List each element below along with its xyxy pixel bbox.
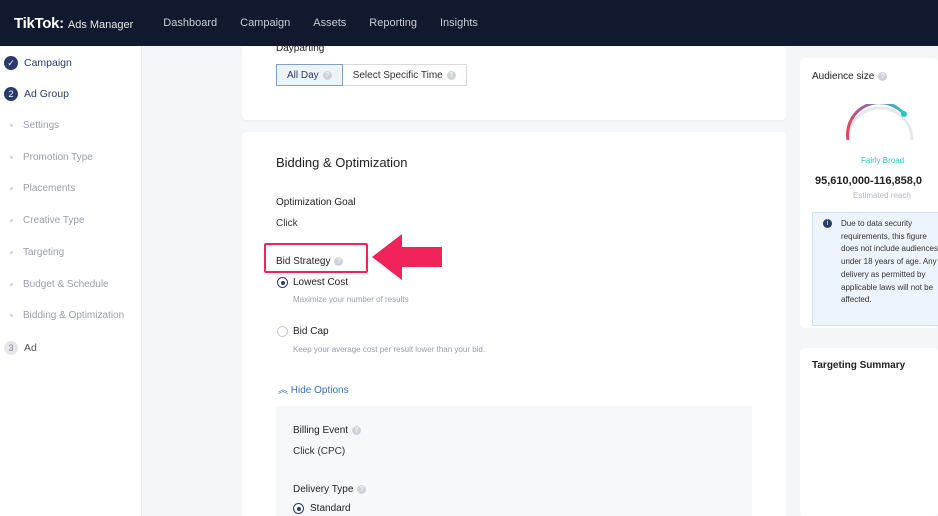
targeting-summary-title: Targeting Summary [812,360,906,371]
estimated-reach-label: Estimated reach [853,191,911,200]
audience-gauge [846,104,914,141]
top-navigation-bar: TikTok: Ads Manager Dashboard Campaign A… [0,0,938,46]
specific-time-option[interactable]: Select Specific Time? [342,64,467,86]
audience-level-label: Fairly Broad [861,156,905,165]
specific-time-label: Select Specific Time [352,69,443,81]
sidebar-sub-label: Targeting [23,246,65,258]
sidebar-step-campaign[interactable]: ✓ Campaign [0,53,72,73]
sidebar-sub-promotion-type[interactable]: Promotion Type [0,147,93,167]
all-day-option[interactable]: All Day? [276,64,343,86]
section-title: Bidding & Optimization [276,155,408,170]
check-icon: ✓ [4,56,18,70]
billing-event-value: Click (CPC) [293,446,346,457]
sidebar-sub-settings[interactable]: Settings [0,115,59,135]
delivery-type-text: Delivery Type [293,484,354,495]
sidebar-sub-bidding-optimization[interactable]: Bidding & Optimization [0,305,124,325]
delivery-type-label: Delivery Type? [293,484,367,495]
standard-delivery-radio[interactable] [293,503,304,514]
audience-size-text: Audience size [812,71,875,82]
nav-dashboard[interactable]: Dashboard [163,17,217,29]
tiktok-ads-manager-logo[interactable]: TikTok: Ads Manager [14,15,133,32]
optimization-goal-value: Click [276,218,298,229]
sidebar-sub-label: Budget & Schedule [23,278,109,290]
sidebar-sub-label: Placements [23,182,76,194]
info-icon: i [823,219,832,228]
sidebar-step-label: Ad Group [24,88,69,100]
sidebar-step-label: Ad [24,342,37,354]
sidebar-sub-placements[interactable]: Placements [0,178,75,198]
help-icon[interactable]: ? [352,425,362,435]
bullet-dot-icon [10,155,13,159]
bullet-dot-icon [10,186,13,190]
hide-options-label: Hide Options [290,385,349,396]
targeting-summary-card [800,348,938,516]
sidebar-step-label: Campaign [24,57,72,69]
help-icon[interactable]: ? [878,71,888,81]
bid-cap-description: Keep your average cost per result lower … [293,345,486,354]
nav-insights[interactable]: Insights [440,17,478,29]
lowest-cost-label[interactable]: Lowest Cost [293,277,348,288]
steps-sidebar: ✓ Campaign 2 Ad Group Settings Promotion… [0,46,142,516]
dayparting-segmented-control: All Day? Select Specific Time? [276,64,467,86]
data-security-text: Due to data security requirements, this … [841,219,938,305]
standard-delivery-label[interactable]: Standard [310,503,351,514]
sidebar-sub-label: Bidding & Optimization [23,309,125,321]
lowest-cost-radio[interactable] [277,277,288,288]
dayparting-label: Dayparting [276,43,325,54]
bullet-dot-icon [10,250,13,254]
step-number-badge: 3 [4,341,18,355]
bullet-dot-icon [10,123,13,127]
help-icon[interactable]: ? [357,484,367,494]
optimization-goal-label: Optimization Goal [276,197,356,208]
annotation-highlight-box [264,243,368,273]
billing-event-label: Billing Event? [293,425,362,436]
chevron-up-icon: ︽ [278,385,288,396]
nav-campaign[interactable]: Campaign [240,17,290,29]
bid-cap-radio[interactable] [277,326,288,337]
estimated-reach-value: 95,610,000-116,858,0 [815,175,923,187]
help-icon[interactable]: ? [446,70,456,80]
bid-cap-label[interactable]: Bid Cap [293,326,329,337]
hide-options-toggle[interactable]: ︽ Hide Options [278,381,349,396]
logo-sub-text: Ads Manager [67,18,134,31]
step-number-badge: 2 [4,87,18,101]
logo-colon: : [59,14,64,32]
nav-assets[interactable]: Assets [313,17,346,29]
help-icon[interactable]: ? [322,70,332,80]
advanced-options-panel [276,406,752,516]
sidebar-sub-budget-schedule[interactable]: Budget & Schedule [0,274,109,294]
nav-reporting[interactable]: Reporting [369,17,417,29]
lowest-cost-description: Maximize your number of results [293,295,409,304]
bullet-dot-icon [10,218,13,222]
main-nav: Dashboard Campaign Assets Reporting Insi… [163,17,501,29]
sidebar-step-ad[interactable]: 3 Ad [0,338,37,358]
sidebar-sub-label: Creative Type [23,214,85,226]
sidebar-sub-label: Settings [23,119,60,131]
sidebar-sub-label: Promotion Type [23,151,93,163]
audience-size-title: Audience size? [812,71,888,82]
all-day-label: All Day [287,69,319,81]
sidebar-step-ad-group[interactable]: 2 Ad Group [0,84,69,104]
logo-main-text: TikTok [14,14,60,32]
sidebar-sub-targeting[interactable]: Targeting [0,242,64,262]
bullet-dot-icon [10,282,13,286]
sidebar-sub-creative-type[interactable]: Creative Type [0,210,85,230]
billing-event-text: Billing Event [293,425,349,436]
bullet-dot-icon [10,313,13,317]
annotation-arrow-icon [372,234,442,280]
